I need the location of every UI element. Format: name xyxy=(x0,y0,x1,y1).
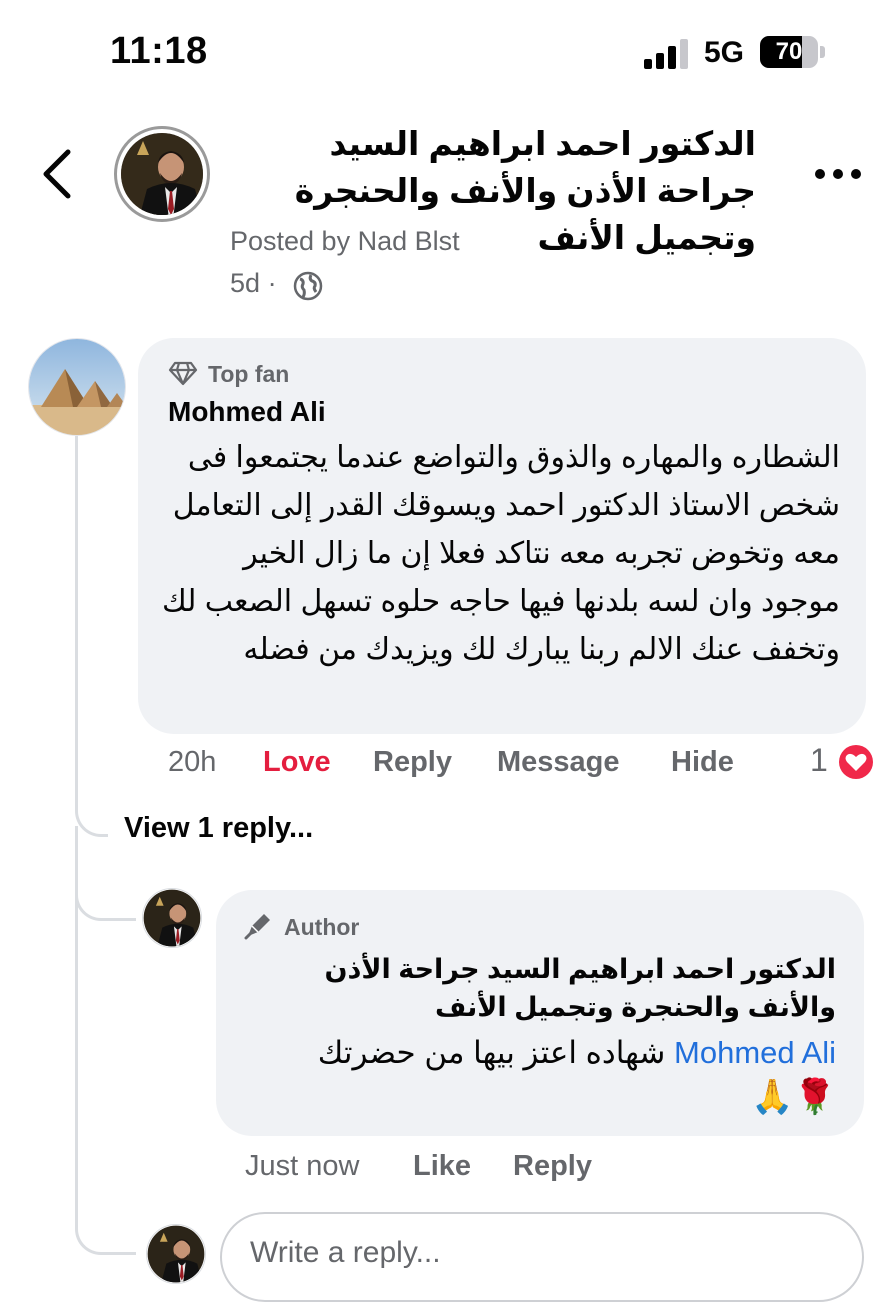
comment-actions: 20h Love Reply Message Hide 1 xyxy=(0,742,895,786)
reply-emojis: 🌹🙏 xyxy=(751,1078,836,1116)
post-time-separator: · xyxy=(267,268,277,298)
battery-icon: 70 xyxy=(760,36,826,68)
thread-connector-composer xyxy=(75,1212,136,1255)
post-time-value: 5d xyxy=(230,268,261,298)
globe-icon xyxy=(293,271,323,301)
doctor-avatar-image xyxy=(143,889,201,947)
hide-button[interactable]: Hide xyxy=(671,746,734,779)
reply-author-avatar[interactable] xyxy=(142,888,202,948)
page-avatar[interactable] xyxy=(114,126,210,222)
reply-bubble[interactable]: Author الدكتور احمد ابراهيم السيد جراحة … xyxy=(216,890,864,1136)
thread-connector-view-replies xyxy=(75,790,108,837)
author-badge: Author xyxy=(284,914,360,940)
message-button[interactable]: Message xyxy=(497,746,620,779)
reply-button[interactable]: Reply xyxy=(373,746,452,779)
reply-text: Mohmed Ali شهاده اعتز بيها من حضرتك xyxy=(236,1030,836,1076)
love-button[interactable]: Love xyxy=(263,746,331,779)
reply-reply-button[interactable]: Reply xyxy=(513,1150,592,1183)
reply-time: Just now xyxy=(245,1150,360,1182)
status-time: 11:18 xyxy=(110,30,208,72)
thread-line-main xyxy=(75,436,78,796)
posted-by: Posted by Nad Blst xyxy=(230,226,460,256)
reaction-count[interactable]: 1 xyxy=(810,742,828,779)
top-fan-badge: Top fan xyxy=(208,361,290,387)
diamond-icon xyxy=(168,361,198,386)
post-time: 5d · xyxy=(230,268,277,299)
reply-actions: Just now Like Reply xyxy=(0,1150,895,1190)
composer-avatar xyxy=(146,1224,206,1284)
pen-icon xyxy=(244,914,270,940)
reply-message: شهاده اعتز بيها من حضرتك xyxy=(317,1035,666,1070)
back-chevron-icon[interactable] xyxy=(40,148,74,200)
thread-connector-reply xyxy=(75,878,136,921)
like-button[interactable]: Like xyxy=(413,1150,471,1183)
reply-author[interactable]: الدكتور احمد ابراهيم السيد جراحة الأذن و… xyxy=(236,950,836,1026)
network-label: 5G xyxy=(704,36,745,69)
signal-icon xyxy=(644,39,688,69)
reply-mention[interactable]: Mohmed Ali xyxy=(674,1035,836,1070)
pyramids-avatar-image xyxy=(29,339,125,435)
commenter-avatar[interactable] xyxy=(28,338,126,436)
doctor-avatar-image xyxy=(121,133,203,215)
more-options-icon[interactable] xyxy=(814,166,862,182)
comment-time: 20h xyxy=(168,746,217,778)
view-replies-link[interactable]: View 1 reply... xyxy=(124,812,313,845)
reply-input-placeholder: Write a reply... xyxy=(250,1236,441,1269)
doctor-avatar-image xyxy=(147,1225,205,1283)
comment-bubble[interactable]: Top fan Mohmed Ali الشطاره والمهاره والذ… xyxy=(138,338,866,734)
comment-author[interactable]: Mohmed Ali xyxy=(168,396,326,428)
comment-text: الشطاره والمهاره والذوق والتواضع عندما ي… xyxy=(161,441,840,666)
love-reaction-icon[interactable] xyxy=(836,742,876,782)
battery-level: 70 xyxy=(775,38,803,65)
